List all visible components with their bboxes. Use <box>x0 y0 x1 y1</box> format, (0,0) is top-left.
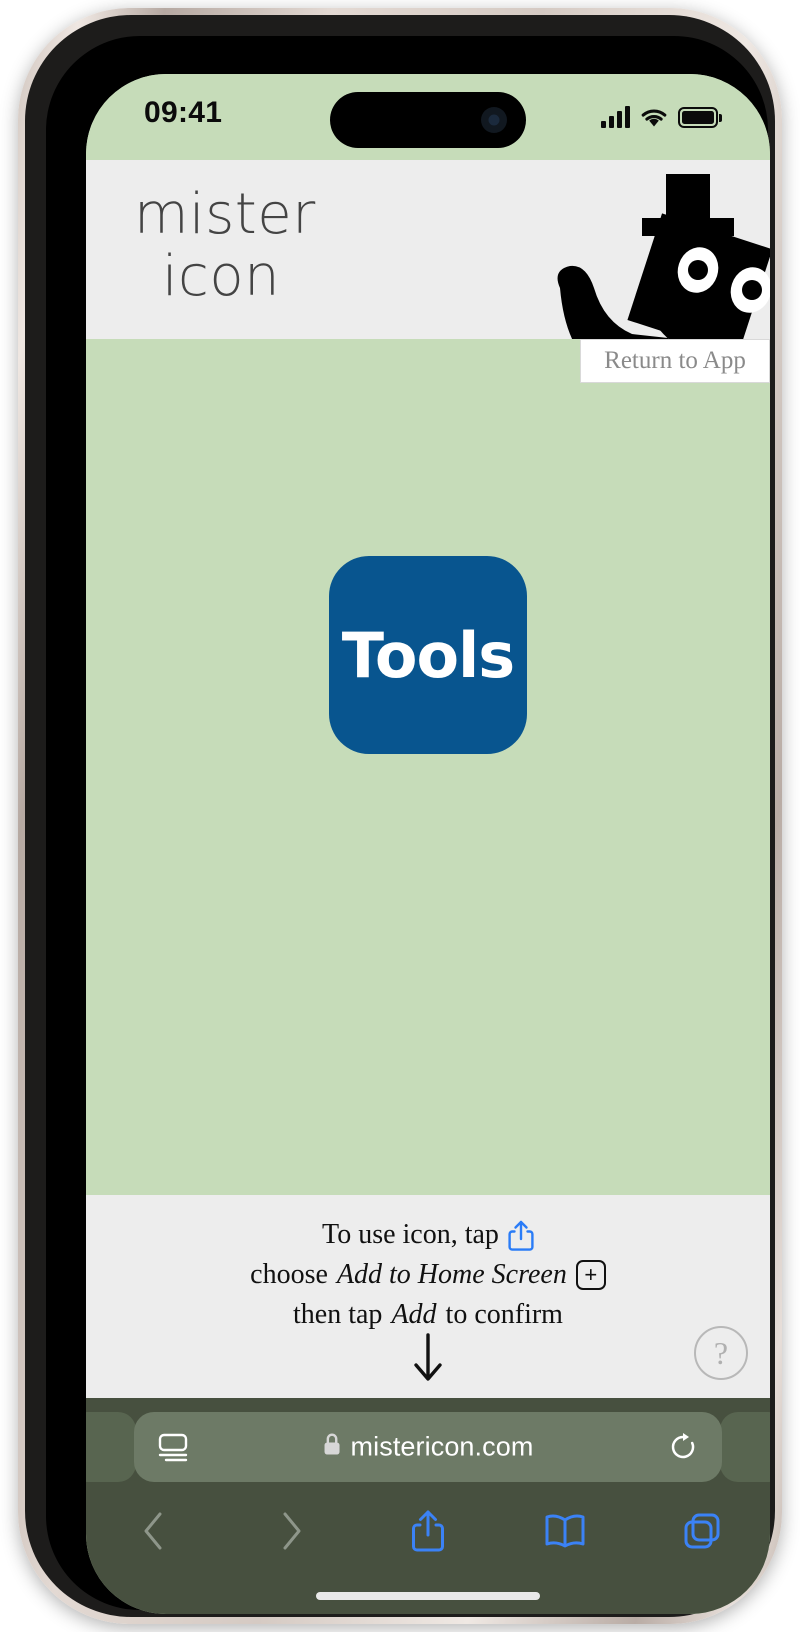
app-icon-preview[interactable]: Tools <box>329 556 527 754</box>
arrow-down-icon <box>408 1333 448 1383</box>
url-text: mistericon.com <box>350 1431 534 1462</box>
instruction-line-2-prefix: choose <box>250 1259 328 1290</box>
phone-bezel: 09:41 mister icon Tools Return to App To… <box>46 36 770 1614</box>
instruction-line-3: then tap Add to confirm <box>86 1295 770 1335</box>
safari-toolbar <box>86 1500 770 1562</box>
instruction-line-1: To use icon, tap <box>86 1215 770 1255</box>
instruction-line-1-text: To use icon, tap <box>322 1219 499 1250</box>
instruction-line-2-emphasis: Add to Home Screen <box>336 1259 567 1290</box>
reload-icon[interactable] <box>668 1432 698 1462</box>
phone-inner-frame: 09:41 mister icon Tools Return to App To… <box>25 15 775 1617</box>
screenshot-stage: 09:41 mister icon Tools Return to App To… <box>0 0 800 1632</box>
robot-mascot-icon <box>548 166 770 339</box>
instructions-panel: To use icon, tap choose Add to Home Scre… <box>86 1195 770 1398</box>
instruction-line-3-prefix: then tap <box>293 1299 383 1330</box>
help-button[interactable]: ? <box>694 1326 748 1380</box>
instruction-line-2: choose Add to Home Screen + <box>86 1255 770 1295</box>
dynamic-island <box>330 92 526 148</box>
tab-peek-previous[interactable] <box>86 1412 136 1482</box>
bookmarks-button[interactable] <box>496 1500 633 1562</box>
tabs-button[interactable] <box>633 1500 770 1562</box>
battery-icon <box>678 107 718 128</box>
phone-frame: 09:41 mister icon Tools Return to App To… <box>18 8 782 1624</box>
address-bar-content: mistericon.com <box>323 1432 534 1463</box>
return-to-app-button[interactable]: Return to App <box>580 339 770 383</box>
share-icon <box>508 1220 534 1251</box>
front-camera-icon <box>481 107 507 133</box>
app-icon-label: Tools <box>341 618 515 692</box>
instructions-text: To use icon, tap choose Add to Home Scre… <box>86 1215 770 1335</box>
wifi-icon <box>640 106 668 128</box>
address-bar[interactable]: mistericon.com <box>134 1412 722 1482</box>
back-button[interactable] <box>86 1500 223 1562</box>
safari-browser-chrome: mistericon.com <box>86 1398 770 1614</box>
status-bar-indicators <box>601 100 718 128</box>
return-to-app-label: Return to App <box>604 347 746 374</box>
site-logo: mister icon <box>134 184 316 308</box>
page-settings-icon[interactable] <box>156 1432 190 1462</box>
share-button[interactable] <box>360 1500 497 1562</box>
brand-line-2: icon <box>162 244 281 309</box>
phone-screen: 09:41 mister icon Tools Return to App To… <box>86 74 770 1614</box>
brand-line-1: mister <box>134 182 316 247</box>
tab-peek-next[interactable] <box>720 1412 770 1482</box>
site-header: mister icon <box>86 160 770 339</box>
plus-box-icon: + <box>575 1260 606 1290</box>
forward-button[interactable] <box>223 1500 360 1562</box>
home-indicator[interactable] <box>316 1592 540 1600</box>
status-bar-time: 09:41 <box>144 96 223 129</box>
lock-icon <box>323 1433 342 1462</box>
safari-tab-strip: mistericon.com <box>86 1412 770 1482</box>
cellular-signal-icon <box>601 106 630 128</box>
help-button-label: ? <box>713 1334 729 1371</box>
icon-preview-canvas: Tools <box>86 339 770 1195</box>
status-bar: 09:41 <box>86 74 770 160</box>
instruction-line-3-suffix: to confirm <box>445 1299 563 1330</box>
instruction-line-3-emphasis: Add <box>391 1299 437 1330</box>
